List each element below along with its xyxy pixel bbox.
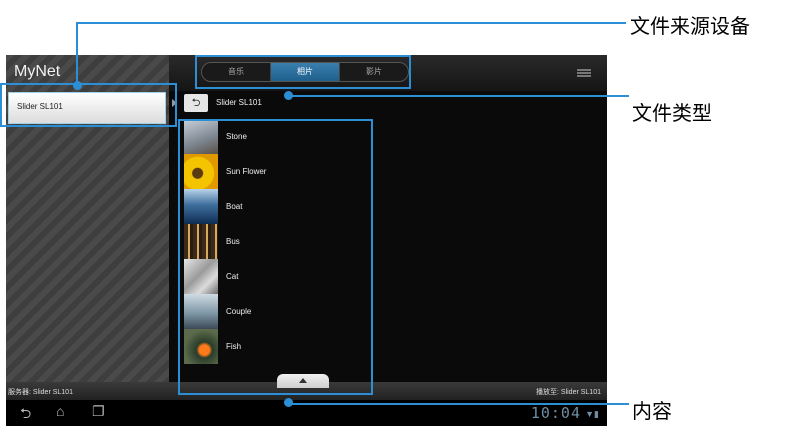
list-item[interactable]: Boat — [184, 189, 604, 224]
callout-dot — [284, 398, 293, 407]
clock: 10:04 — [530, 404, 581, 422]
sidebar-item-label: Slider SL101 — [17, 102, 63, 111]
top-bar: 音乐 相片 影片 — [169, 55, 607, 91]
list-item[interactable]: Stone — [184, 119, 604, 154]
thumbnail-image — [184, 119, 218, 154]
home-icon[interactable]: ⌂ — [56, 403, 64, 419]
expand-handle[interactable] — [277, 374, 329, 388]
thumbnail-image — [184, 154, 218, 189]
callout-line — [76, 23, 78, 85]
list-item[interactable]: Sun Flower — [184, 154, 604, 189]
tablet-screen: MyNet Slider SL101 音乐 相片 影片 ⮌ Slider SL1… — [6, 55, 607, 426]
thumbnail-image — [184, 189, 218, 224]
content-callout: 内容 — [632, 399, 672, 423]
menu-icon[interactable] — [577, 69, 591, 77]
tab-videos[interactable]: 影片 — [340, 63, 408, 81]
recent-apps-icon[interactable]: ❐ — [92, 403, 105, 420]
file-name: Bus — [226, 237, 240, 246]
tab-photos[interactable]: 相片 — [271, 63, 340, 81]
app-title: MyNet — [14, 63, 61, 80]
list-item[interactable]: Bus — [184, 224, 604, 259]
file-name: Stone — [226, 132, 247, 141]
thumbnail-image — [184, 259, 218, 294]
source-device-callout: 文件来源设备 — [630, 14, 750, 38]
callout-line — [289, 403, 629, 405]
folder-icon: ⮌ — [191, 97, 201, 109]
chevron-right-icon — [172, 99, 177, 107]
back-icon[interactable]: ⮌ — [20, 403, 31, 426]
callout-dot — [284, 91, 293, 100]
file-name: Fish — [226, 342, 242, 351]
list-item[interactable]: Cat — [184, 259, 604, 294]
callout-line — [76, 22, 626, 24]
list-item[interactable]: Fish — [184, 329, 604, 364]
file-type-callout: 文件类型 — [632, 101, 712, 125]
sidebar: MyNet Slider SL101 — [6, 55, 169, 382]
server-label: 服务器: Slider SL101 — [8, 389, 73, 396]
sidebar-item-device[interactable]: Slider SL101 — [8, 92, 166, 124]
play-to-label[interactable]: 播放至: Slider SL101 — [536, 387, 601, 397]
file-type-tabs: 音乐 相片 影片 — [201, 62, 409, 82]
callout-dot — [73, 81, 82, 90]
current-source-label: Slider SL101 — [216, 98, 262, 107]
thumbnail-image — [184, 294, 218, 329]
file-name: Sun Flower — [226, 167, 267, 176]
tab-music[interactable]: 音乐 — [202, 63, 271, 81]
wifi-icon: ▼▮ — [585, 409, 599, 419]
file-name: Couple — [226, 307, 252, 316]
folder-up-button[interactable]: ⮌ — [184, 94, 208, 112]
chevron-up-icon — [299, 378, 307, 383]
callout-line — [289, 95, 629, 97]
thumbnail-image — [184, 224, 218, 259]
thumbnail-image — [184, 329, 218, 364]
list-item[interactable]: Couple — [184, 294, 604, 329]
file-name: Cat — [226, 272, 239, 281]
file-name: Boat — [226, 202, 243, 211]
file-list: Stone Sun Flower Boat Bus Cat Couple Fis… — [184, 119, 604, 379]
